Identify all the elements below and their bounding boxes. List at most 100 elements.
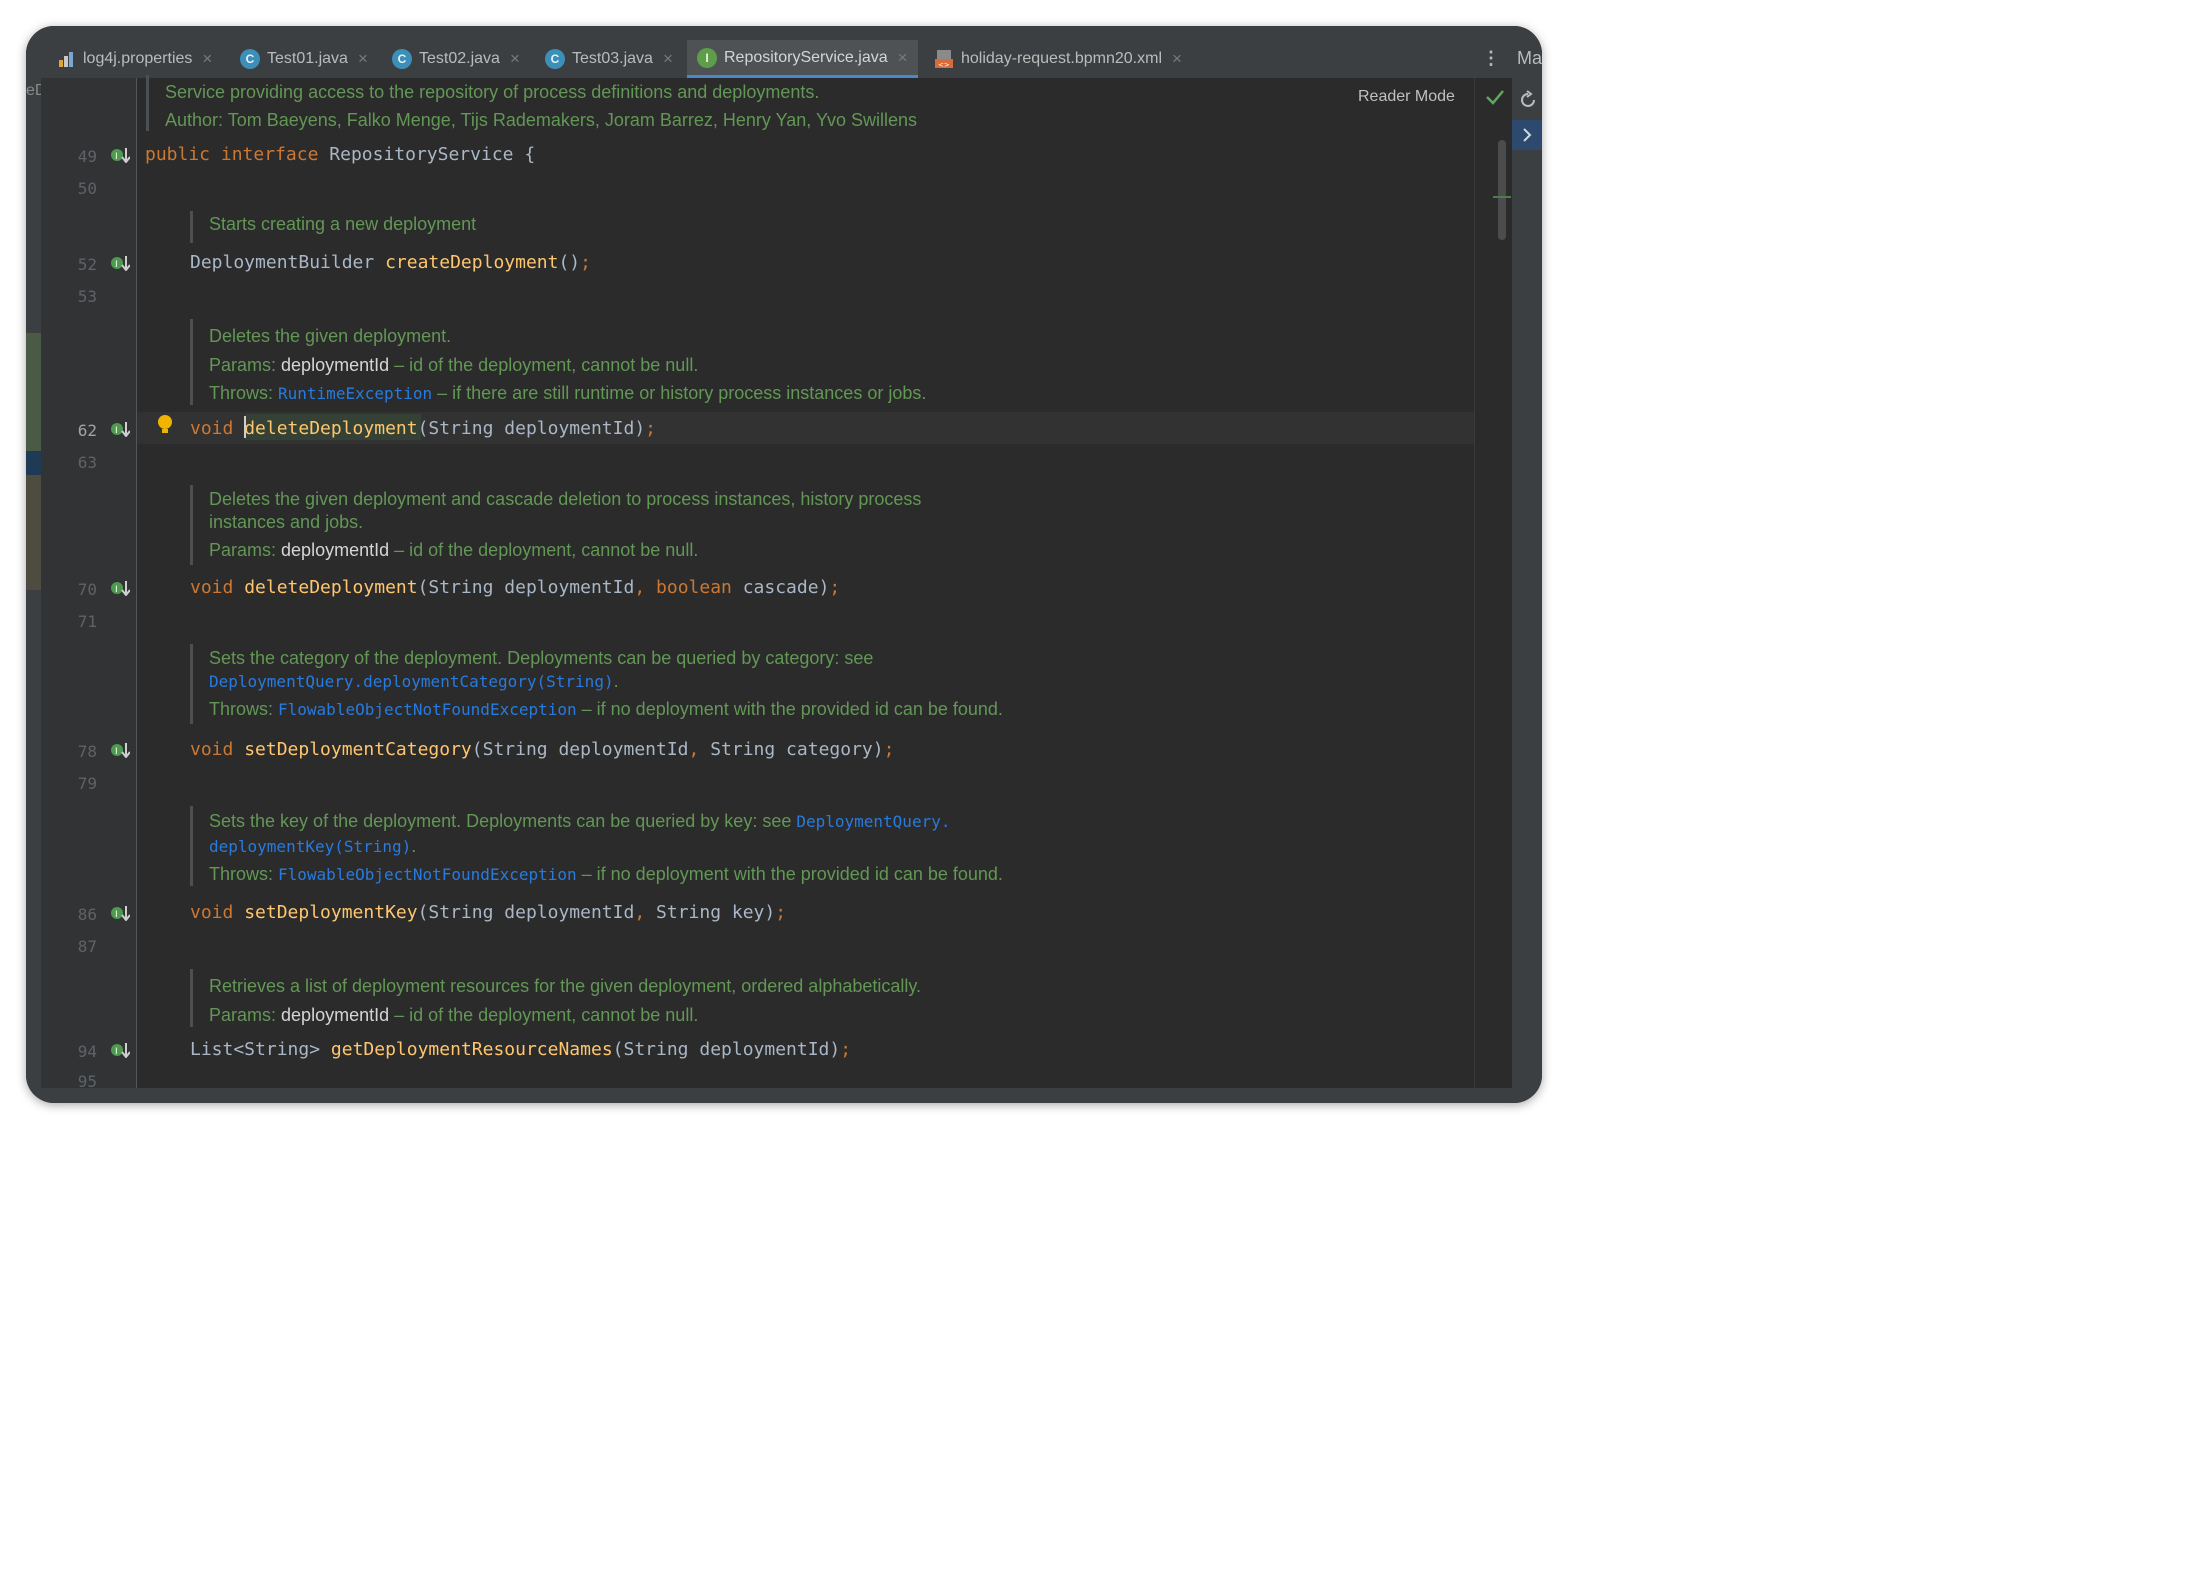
tab-holiday-request-xml[interactable]: <> holiday-request.bpmn20.xml × (934, 40, 1182, 78)
arguments: cascade) (731, 577, 830, 598)
throws-label: Throws: (209, 699, 279, 719)
doc-link[interactable]: DeploymentQuery.deploymentCategory(Strin… (209, 672, 614, 691)
arguments: (String deploymentId (417, 902, 635, 923)
method-name: createDeployment (385, 252, 559, 273)
param-name: deploymentId (281, 1004, 390, 1025)
java-class-icon: C (392, 49, 412, 69)
scrollbar-thumb[interactable] (1498, 140, 1506, 240)
change-marker (1493, 196, 1511, 198)
close-icon[interactable]: × (1172, 49, 1182, 69)
line-number: 62 (77, 421, 97, 440)
method-name: getDeploymentResourceNames (330, 1039, 613, 1060)
line-number: 94 (77, 1042, 97, 1061)
code-line-94[interactable]: List<String> getDeploymentResourceNames(… (190, 1039, 1527, 1060)
semicolon: ; (829, 577, 841, 598)
doc-text: Author: Tom Baeyens, Falko Menge, Tijs R… (165, 110, 918, 130)
code-line-49[interactable]: public interface RepositoryService { (145, 144, 1482, 165)
doc-text: . (613, 671, 619, 691)
lightbulb-icon[interactable] (157, 414, 173, 436)
java-class-icon: C (545, 49, 565, 69)
exception-link[interactable]: FlowableObjectNotFoundException (278, 700, 577, 719)
close-icon[interactable]: × (202, 49, 212, 69)
keyword: void (190, 902, 245, 923)
tab-label: Test01.java (267, 50, 348, 67)
doc-text: . (411, 836, 417, 856)
change-marker (26, 333, 41, 451)
implemented-icon[interactable]: I (110, 255, 130, 271)
doc-text: Deletes the given deployment. (209, 326, 452, 346)
doc-text: Sets the category of the deployment. Dep… (209, 648, 874, 668)
svg-text:I: I (115, 585, 118, 595)
doc-link[interactable]: deploymentKey(String) (209, 837, 411, 856)
line-number: 86 (77, 905, 97, 924)
implemented-icon[interactable]: I (110, 421, 130, 437)
tab-label: RepositoryService.java (724, 48, 888, 66)
line-number-gutter: 49 I 50 52 I 53 62 I 63 70 I 71 78 I 79 … (41, 78, 137, 1091)
class-doc-comment: Service providing access to the reposito… (146, 75, 918, 134)
throws-label: Throws: (209, 383, 279, 403)
tab-test03[interactable]: C Test03.java × (545, 40, 673, 78)
java-interface-icon: I (697, 47, 717, 68)
doc-throws: Throws: FlowableObjectNotFoundException … (209, 864, 1003, 885)
exception-link[interactable]: FlowableObjectNotFoundException (278, 865, 577, 884)
check-icon[interactable] (1485, 88, 1505, 106)
reader-mode-button[interactable]: Reader Mode (1358, 88, 1455, 106)
code-line-52[interactable]: DeploymentBuilder createDeployment(); (190, 252, 1527, 273)
editor-tab-bar: log4j.properties × C Test01.java × C Tes… (26, 40, 1542, 79)
change-marker (26, 475, 41, 590)
implemented-icon[interactable]: I (110, 580, 130, 596)
left-tool-strip: eD (26, 78, 46, 1088)
close-icon[interactable]: × (358, 49, 368, 69)
close-icon[interactable]: × (898, 48, 908, 68)
params-label: Params: (209, 1004, 282, 1025)
chevron-right-icon (1523, 128, 1532, 142)
implemented-icon[interactable]: I (110, 905, 130, 921)
method-doc-comment: Sets the key of the deployment. Deployme… (190, 806, 1003, 886)
expand-panel-button[interactable] (1512, 120, 1542, 150)
arguments: (String deploymentId (417, 577, 635, 598)
code-line-70[interactable]: void deleteDeployment(String deploymentI… (190, 577, 1527, 598)
throws-desc: – if no deployment with the provided id … (576, 864, 1003, 884)
semicolon: ; (775, 902, 787, 923)
interface-name: RepositoryService (329, 144, 514, 165)
throws-desc: – if there are still runtime or history … (432, 383, 927, 403)
properties-file-icon (59, 52, 73, 67)
title-bar (26, 26, 1542, 40)
line-number: 49 (77, 147, 97, 166)
tab-test02[interactable]: C Test02.java × (392, 40, 520, 78)
method-doc-comment: Sets the category of the deployment. Dep… (190, 644, 1003, 724)
code-line-78[interactable]: void setDeploymentCategory(String deploy… (190, 739, 1527, 760)
punctuation: { (513, 144, 536, 165)
java-class-icon: C (240, 49, 260, 69)
method-name: setDeploymentKey (244, 902, 418, 923)
svg-text:I: I (115, 910, 118, 920)
line-number: 52 (77, 255, 97, 274)
implemented-icon[interactable]: I (110, 742, 130, 758)
more-tabs-icon[interactable]: ⋮ (1482, 48, 1500, 69)
doc-text: Retrieves a list of deployment resources… (209, 976, 922, 996)
tab-repository-service[interactable]: I RepositoryService.java × (687, 40, 918, 78)
implemented-icon[interactable]: I (110, 1042, 130, 1058)
comma: , (688, 739, 711, 760)
close-icon[interactable]: × (663, 49, 673, 69)
arguments: String category) (710, 739, 884, 760)
line-number: 79 (77, 774, 97, 793)
doc-link[interactable]: DeploymentQuery. (796, 812, 950, 831)
doc-text: Sets the key of the deployment. Deployme… (209, 811, 797, 831)
svg-text:I: I (115, 426, 118, 436)
param-name: deploymentId (281, 354, 390, 375)
code-editor[interactable]: Service providing access to the reposito… (137, 75, 1512, 1088)
doc-params: Params: deploymentId – id of the deploym… (209, 540, 921, 561)
tab-test01[interactable]: C Test01.java × (240, 40, 368, 78)
code-line-62[interactable]: void deleteDeployment(String deploymentI… (190, 418, 1527, 439)
exception-link[interactable]: RuntimeException (278, 384, 432, 403)
close-icon[interactable]: × (510, 49, 520, 69)
code-line-86[interactable]: void setDeploymentKey(String deploymentI… (190, 902, 1527, 923)
tab-log4j-properties[interactable]: log4j.properties × (58, 40, 212, 78)
refresh-icon[interactable] (1518, 90, 1538, 110)
comma: , (634, 902, 657, 923)
param-name: deploymentId (281, 540, 390, 560)
semicolon: ; (580, 252, 591, 273)
doc-text: Starts creating a new deployment (209, 214, 477, 234)
implemented-icon[interactable]: I (110, 147, 130, 163)
